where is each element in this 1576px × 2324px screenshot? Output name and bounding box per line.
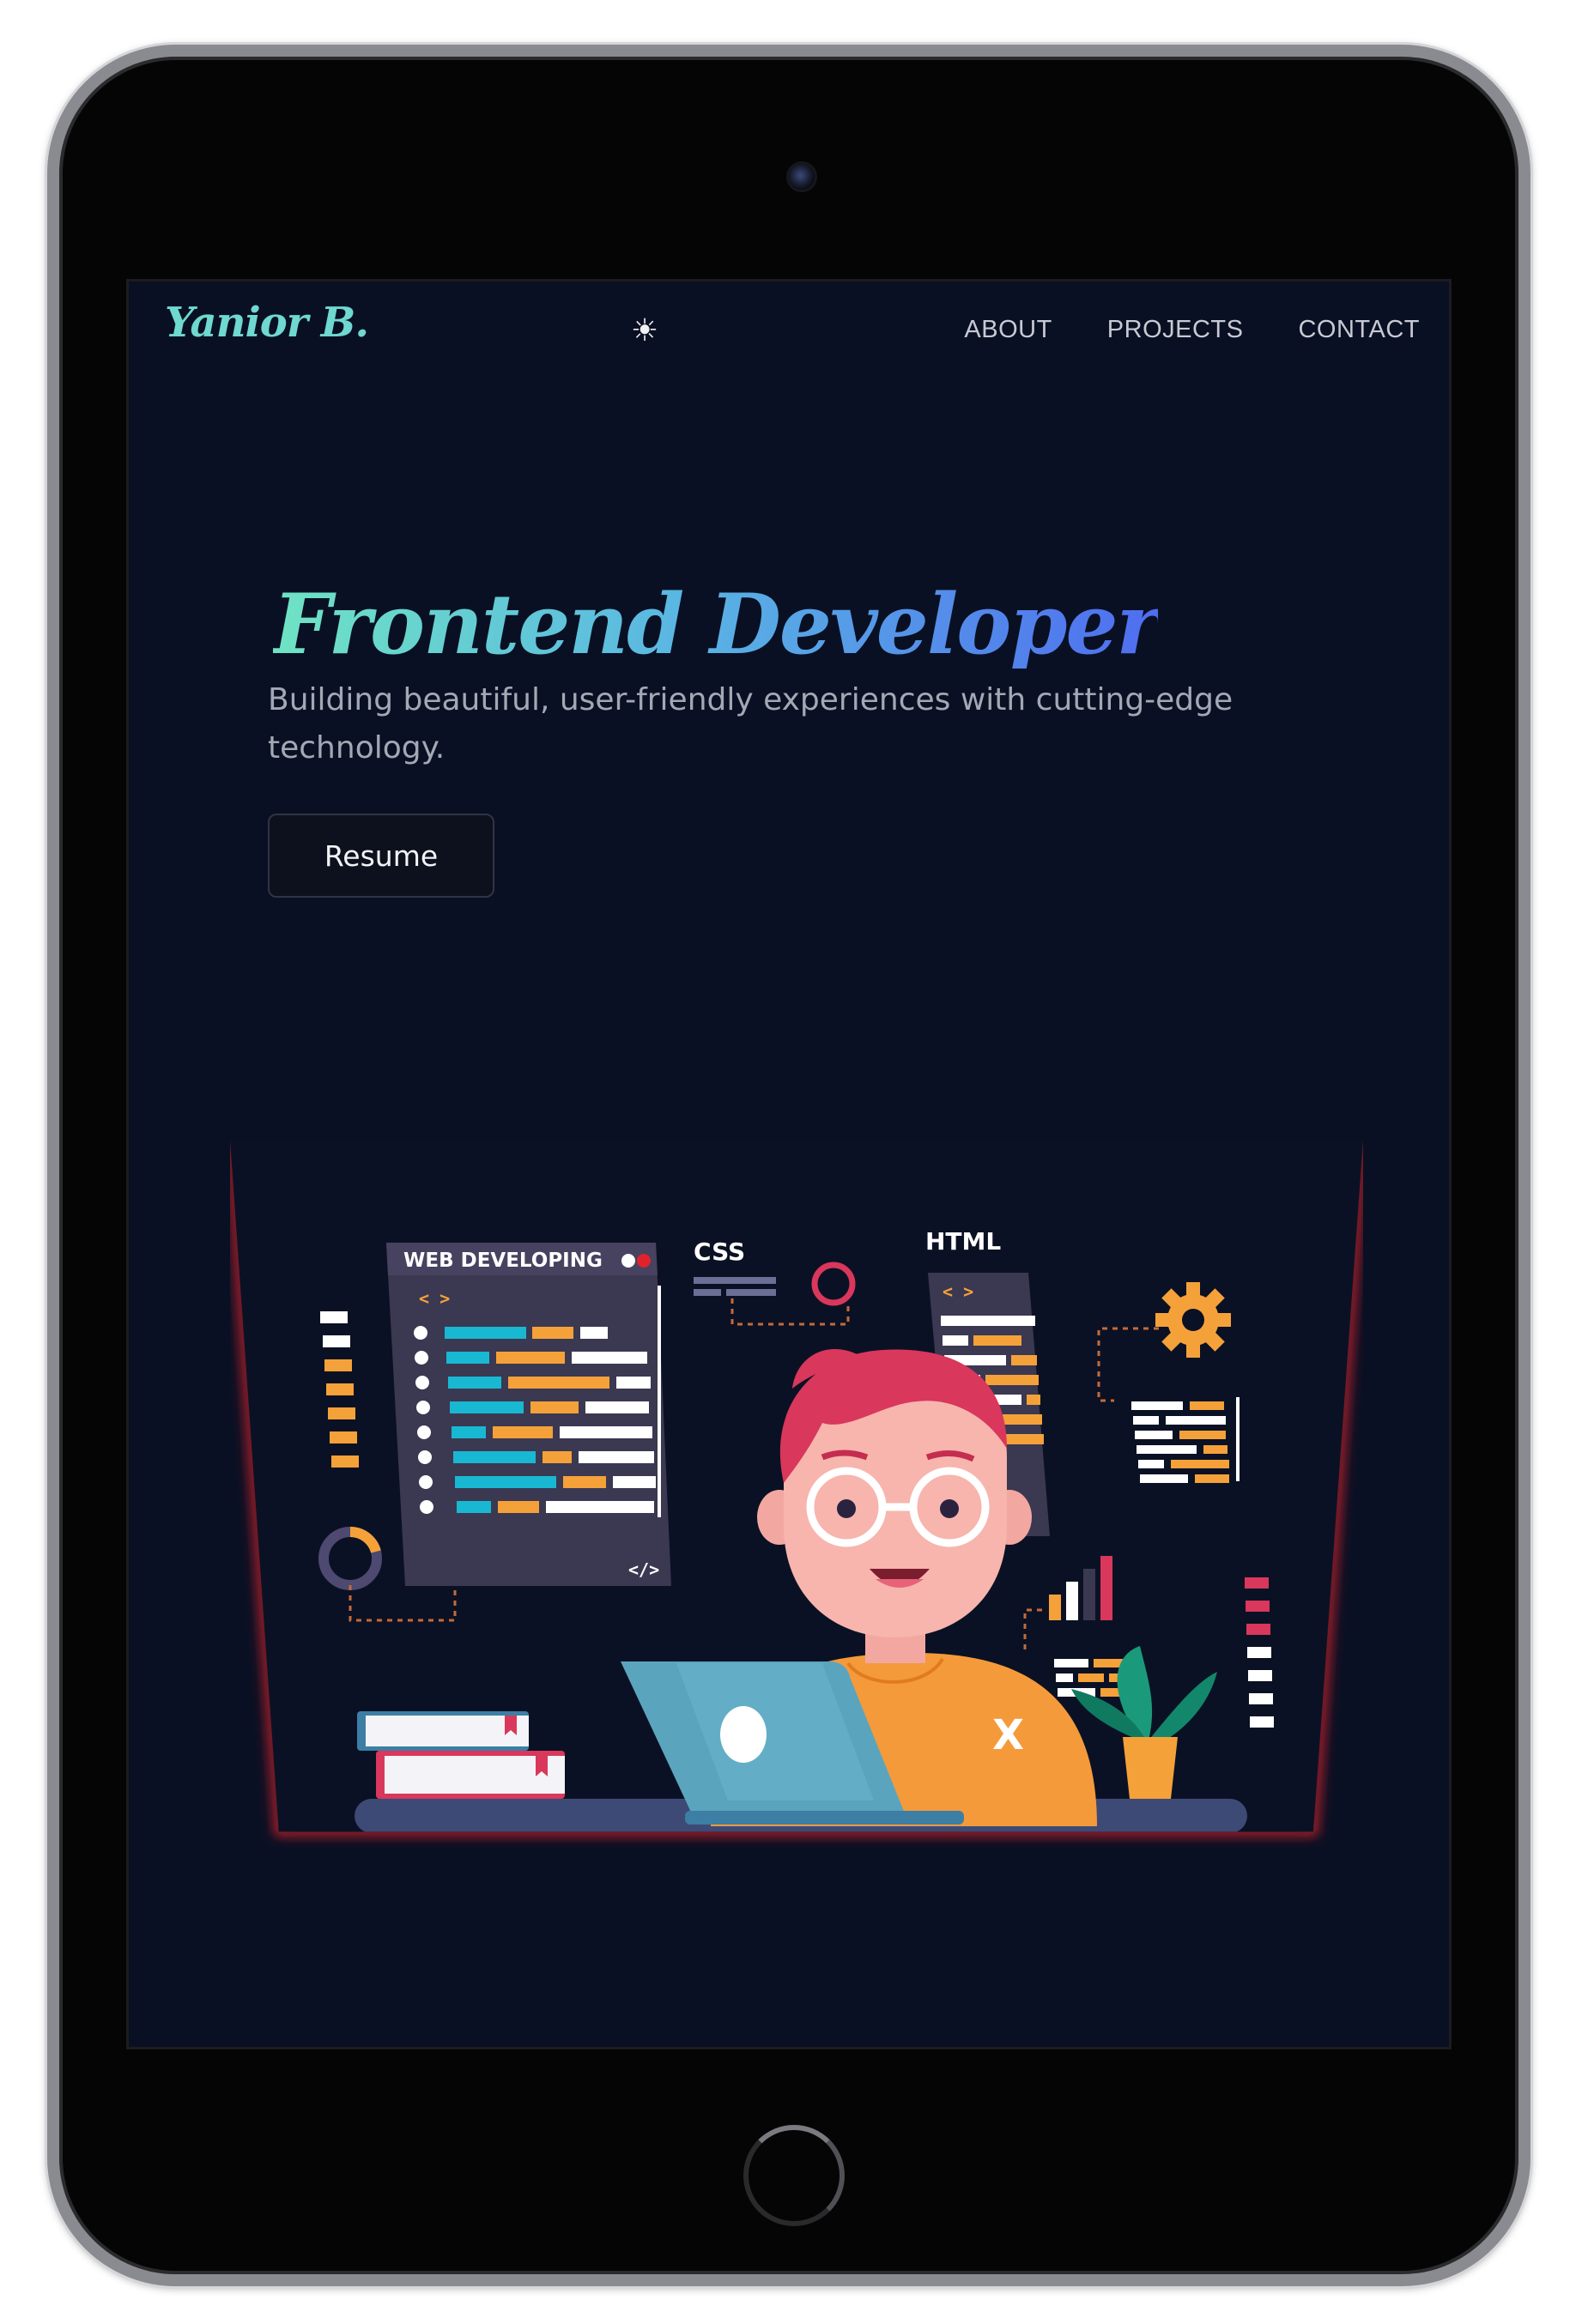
svg-text:< >: < > [943,1281,973,1302]
hero-subtitle: Building beautiful, user-friendly experi… [268,682,1234,766]
html-label: HTML [925,1227,1001,1256]
css-badge: CSS [694,1238,856,1326]
plant-icon [1071,1646,1217,1799]
web-page-viewport: Yanior B. ☀ ABOUT PROJECTS CONTACT Front… [129,281,1449,2047]
code-tag-open: < > [419,1288,450,1309]
developer-illustration: WEB DEVELOPING < > </> CSS HTML < > X [318,1227,1274,1832]
nav-link-contact[interactable]: CONTACT [1298,316,1420,344]
camera-icon [789,164,815,190]
left-bars-decoration [320,1311,359,1468]
hero-illustration: WEB DEVELOPING < > </> CSS HTML < > X [230,1140,1363,1861]
resume-button[interactable]: Resume [268,814,494,898]
nav-link-about[interactable]: ABOUT [964,316,1052,344]
shirt-mark: X [992,1711,1024,1759]
right-code-lines [1131,1397,1240,1483]
right-bars-decoration [1245,1577,1274,1728]
css-label: CSS [694,1238,745,1266]
books-icon [357,1711,565,1799]
home-button[interactable] [743,2125,845,2226]
nav-links: ABOUT PROJECTS CONTACT [964,316,1420,344]
apple-logo-icon [720,1706,767,1763]
web-developing-panel: WEB DEVELOPING < > </> [386,1243,671,1586]
site-logo[interactable]: Yanior B. [165,299,369,347]
nav-link-projects[interactable]: PROJECTS [1107,316,1244,344]
illustration-card: WEB DEVELOPING < > </> CSS HTML < > X [230,1140,1363,1832]
navbar: Yanior B. ☀ ABOUT PROJECTS CONTACT [129,281,1449,376]
sun-icon[interactable]: ☀ [627,312,663,348]
hero-title: Frontend Developer [273,576,1160,673]
bar-chart-icon [1023,1556,1112,1655]
gear-icon [1155,1282,1231,1358]
code-tag-close: </> [628,1559,659,1580]
web-developing-label: WEB DEVELOPING [403,1250,603,1272]
